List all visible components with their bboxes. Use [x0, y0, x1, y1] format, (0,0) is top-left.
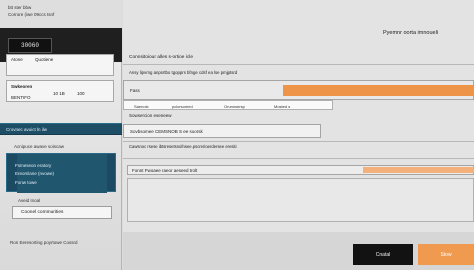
sidebar-subtitle: Corrore (iwe 09ccs tsnf	[8, 12, 55, 17]
field-label: Aveid Inoal	[18, 198, 41, 203]
panel-line-3: Fonw towe	[15, 180, 37, 185]
row-label: Fass	[130, 88, 140, 93]
section-label: Acnipuce awave soiscaw	[14, 144, 65, 149]
card-line: BENTIFO	[11, 95, 31, 100]
section2-title: Sowsercion eseneew	[129, 113, 172, 118]
sidebar-header: btt ster bbw Corrore (iwe 09ccs tsnf	[0, 0, 122, 28]
dropdown-selected-value: Fonnt Fwoaee raeor aeseed trolt	[132, 168, 198, 173]
account-row-text: Sovbsomee CEMSNOB S ee soorsk	[130, 129, 203, 134]
divider	[123, 141, 474, 142]
panel-line-1: Fsmeseon eratory	[15, 163, 52, 168]
dropdown-accent	[363, 167, 474, 173]
card-value-2: 100	[77, 91, 85, 96]
sidebar-blue-panel[interactable]: Fsmeseon eratory Ereomlane (nvowe) Fonw …	[6, 153, 116, 193]
save-button[interactable]: Stow	[418, 244, 474, 265]
divider	[123, 158, 474, 159]
page-title: Pyemnr oorta imnoueli	[383, 30, 439, 36]
sidebar-card-account[interactable]: Swkeoren 10 1B 100 BENTIFO	[6, 80, 114, 102]
preview-thumbnail[interactable]: 30060	[8, 38, 52, 53]
main-panel: Pyemnr oorta imnoueli Connsitoiour alles…	[123, 0, 474, 270]
column-4: Mosted s	[274, 104, 291, 109]
cancel-button[interactable]: Cnatal	[353, 244, 413, 265]
card-title: Swkeoren	[11, 84, 33, 89]
card-title: Atone	[11, 57, 23, 62]
sidebar-title: btt ster bbw	[8, 5, 32, 10]
section-title: Connsitoiour alles s-ortioe icle	[129, 55, 193, 60]
card-subtitle: Quotiene	[35, 57, 54, 62]
description: Ansy lipvrng anpsrtbo tgopprs bfnge cdsf…	[129, 70, 238, 75]
column-strip: Saenotc pclorsomed Orunnsersp Mosted s	[123, 100, 333, 110]
sidebar-card-atone[interactable]: Atone Quotiene	[6, 54, 114, 76]
communities-button[interactable]: Coonel commurities	[12, 206, 112, 219]
divider	[123, 64, 474, 65]
account-row[interactable]: Sovbsomee CEMSNOB S ee soorsk	[123, 124, 321, 138]
content-area	[127, 178, 474, 222]
panel-line-2: Ereomlane (nvowe)	[15, 171, 55, 176]
progress-accent	[283, 85, 474, 96]
sidebar: btt ster bbw Corrore (iwe 09ccs tsnf 300…	[0, 0, 122, 270]
sidebar-highlight-bar[interactable]: Crovnec avuict ln ilw	[0, 123, 122, 135]
note-text: Cawsnoc rsese ibtsresetsnofnsee.pscrerio…	[129, 144, 237, 149]
sidebar-footer: Ron Eeresorting poyrtowe Cossrd	[10, 240, 78, 245]
column-2: pclorsomed	[172, 104, 193, 109]
column-3: Orunnsersp	[224, 104, 245, 109]
card-value-1: 10 1B	[53, 91, 65, 96]
column-1: Saenotc	[134, 104, 149, 109]
